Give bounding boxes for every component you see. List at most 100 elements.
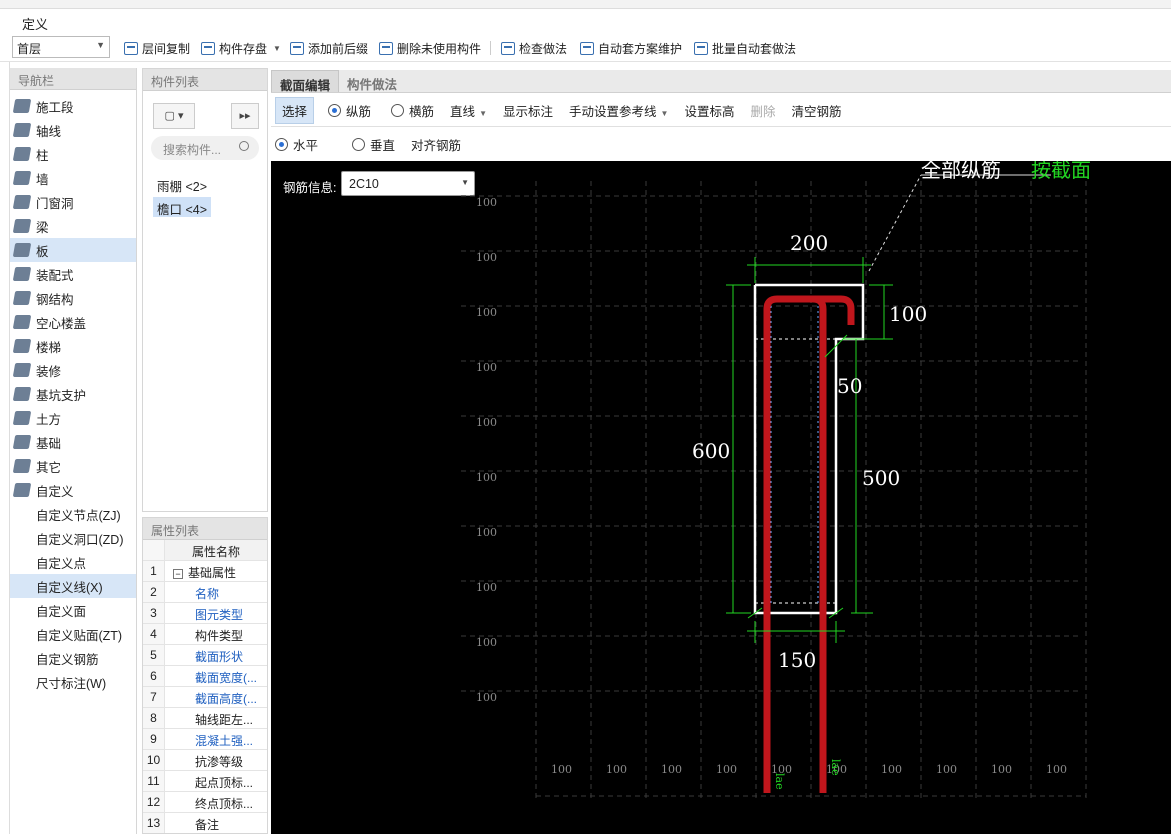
property-row[interactable]: 7 截面高度(... [143, 687, 267, 708]
delete-unused-button[interactable]: 删除未使用构件 [379, 39, 481, 57]
property-list-panel: 属性列表 属性名称 1− 基础属性 2 名称 3 图元类型 4 构件类型 5 截面形状 6… [142, 517, 268, 834]
nav-subitem[interactable]: 尺寸标注(W) [10, 670, 136, 694]
new-component-button[interactable]: ▢ ▾ [153, 103, 195, 129]
auto-plan-button[interactable]: 自动套方案维护 [580, 39, 682, 57]
collapse-icon[interactable]: − [173, 569, 183, 579]
nav-subitem[interactable]: 自定义钢筋 [10, 646, 136, 670]
clear-rebar-button[interactable]: 清空钢筋 [785, 98, 847, 123]
add-prefix-button[interactable]: 添加前后缀 [290, 39, 368, 57]
grid-label: 100 [661, 763, 682, 776]
select-button[interactable]: 选择 [275, 97, 315, 124]
nav-item[interactable]: 钢结构 [10, 286, 136, 310]
property-row[interactable]: 13 备注 [143, 813, 267, 833]
drawing-canvas[interactable]: 钢筋信息: 2C10 ▼ 100 100 100 100 100 100 100 100 100 1… [271, 161, 1171, 834]
property-row[interactable]: 2 名称 [143, 582, 267, 603]
nav-item[interactable]: 基础 [10, 430, 136, 454]
nav-item[interactable]: 基坑支护 [10, 382, 136, 406]
delete-button[interactable]: 删除 [744, 98, 781, 123]
lae-label-left: lae [773, 773, 786, 790]
nav-subitem-label: 自定义线(X) [36, 580, 103, 595]
nav-item[interactable]: 土方 [10, 406, 136, 430]
title-bar: 定义 [0, 9, 1171, 35]
show-labels-button[interactable]: 显示标注 [497, 98, 559, 123]
radio-label: 横筋 [409, 105, 435, 119]
axis-icon [12, 123, 32, 137]
property-row[interactable]: 5 截面形状 [143, 645, 267, 666]
check-method-button[interactable]: 检查做法 [501, 39, 567, 57]
property-row[interactable]: 6 截面宽度(... [143, 666, 267, 687]
nav-item[interactable]: 施工段 [10, 94, 136, 118]
component-item-eave[interactable]: 檐口 <4> [153, 197, 212, 217]
row-number: 4 [143, 624, 165, 644]
component-item-canopy[interactable]: 雨棚 <2> [153, 174, 211, 194]
property-row[interactable]: 8 轴线距左... [143, 708, 267, 729]
nav-subitem-custom-line[interactable]: 自定义线(X) [10, 574, 136, 598]
foundation-icon [12, 435, 32, 449]
section-outline [753, 283, 865, 615]
nav-item[interactable]: 柱 [10, 142, 136, 166]
property-row[interactable]: 11 起点顶标... [143, 771, 267, 792]
nav-item[interactable]: 装修 [10, 358, 136, 382]
section-toolbar: 选择 纵筋 横筋 直线 ▼ 显示标注 手动设置参考线 ▼ 设置标高 删除 清空钢筋 [271, 95, 1171, 127]
row-number: 12 [143, 792, 165, 812]
property-row[interactable]: 12 终点顶标... [143, 792, 267, 813]
nav-item[interactable]: 空心楼盖 [10, 310, 136, 334]
property-list-header: 属性列表 [143, 518, 267, 540]
tab-section-edit[interactable]: 截面编辑 [271, 70, 340, 93]
grid-label: 100 [476, 471, 497, 484]
horizontal-radio[interactable]: 水平 [275, 135, 318, 154]
component-search-input[interactable]: 搜索构件... [151, 136, 259, 160]
nav-subitem[interactable]: 自定义点 [10, 550, 136, 574]
property-name: 名称 [195, 587, 220, 601]
set-elevation-button[interactable]: 设置标高 [678, 98, 740, 123]
nav-subitem[interactable]: 自定义面 [10, 598, 136, 622]
line-dropdown[interactable]: 直线 ▼ [444, 98, 493, 123]
floor-select[interactable]: 首层 ▼ [12, 36, 110, 58]
nav-item-label: 基坑支护 [36, 388, 87, 403]
nav-item[interactable]: 楼梯 [10, 334, 136, 358]
transverse-radio[interactable]: 横筋 [391, 101, 434, 120]
nav-item-label: 墙 [36, 172, 49, 187]
property-row[interactable]: 10 抗渗等级 [143, 750, 267, 771]
align-rebar-button[interactable]: 对齐钢筋 [405, 132, 467, 157]
property-row[interactable]: 3 图元类型 [143, 603, 267, 624]
save-component-button[interactable]: 构件存盘 ▼ [201, 39, 281, 57]
nav-item-custom[interactable]: 自定义 [10, 478, 136, 502]
grid-label: 100 [1046, 763, 1067, 776]
nav-item[interactable]: 梁 [10, 214, 136, 238]
nav-list: 施工段 轴线 柱 墙 门窗洞 梁 板 装配式 钢结构 空心楼盖 楼梯 装修 基坑… [10, 90, 136, 694]
nav-item-label: 钢结构 [36, 292, 74, 307]
row-number: 1 [143, 561, 165, 581]
floor-copy-button[interactable]: 层间复制 [124, 39, 190, 57]
nav-item[interactable]: 其它 [10, 454, 136, 478]
vertical-radio[interactable]: 垂直 [352, 135, 395, 154]
grid-label: 100 [476, 691, 497, 704]
expand-button[interactable]: ▸▸ [231, 103, 259, 129]
nav-subitem-label: 自定义点 [36, 556, 87, 571]
nav-subitem-label: 自定义节点(ZJ) [36, 508, 121, 523]
manual-ref-dropdown[interactable]: 手动设置参考线 ▼ [563, 98, 674, 123]
nav-subitem[interactable]: 自定义洞口(ZD) [10, 526, 136, 550]
property-row[interactable]: 1− 基础属性 [143, 561, 267, 582]
batch-auto-button[interactable]: 批量自动套做法 [694, 39, 796, 57]
nav-item[interactable]: 轴线 [10, 118, 136, 142]
delete-icon [379, 41, 393, 55]
grid-label: 100 [476, 526, 497, 539]
nav-subitem[interactable]: 自定义贴面(ZT) [10, 622, 136, 646]
nav-item-slab[interactable]: 板 [10, 238, 136, 262]
longitudinal-radio[interactable]: 纵筋 [328, 101, 371, 120]
nav-item[interactable]: 门窗洞 [10, 190, 136, 214]
nav-item[interactable]: 装配式 [10, 262, 136, 286]
column-icon [12, 147, 32, 161]
main-toolbar: 首层 ▼ 层间复制 构件存盘 ▼ 添加前后缀 删除未使用构件 检查做法 自动套方案维… [0, 35, 1171, 62]
nav-item[interactable]: 墙 [10, 166, 136, 190]
property-name: 截面高度(... [195, 692, 257, 706]
dimension-lines [726, 257, 893, 643]
copy-icon [124, 41, 138, 55]
grid-label: 100 [476, 306, 497, 319]
property-row[interactable]: 9 混凝土强... [143, 729, 267, 750]
tab-component-method[interactable]: 构件做法 [339, 70, 405, 92]
beam-icon [12, 219, 32, 233]
property-row[interactable]: 4 构件类型 [143, 624, 267, 645]
nav-subitem[interactable]: 自定义节点(ZJ) [10, 502, 136, 526]
